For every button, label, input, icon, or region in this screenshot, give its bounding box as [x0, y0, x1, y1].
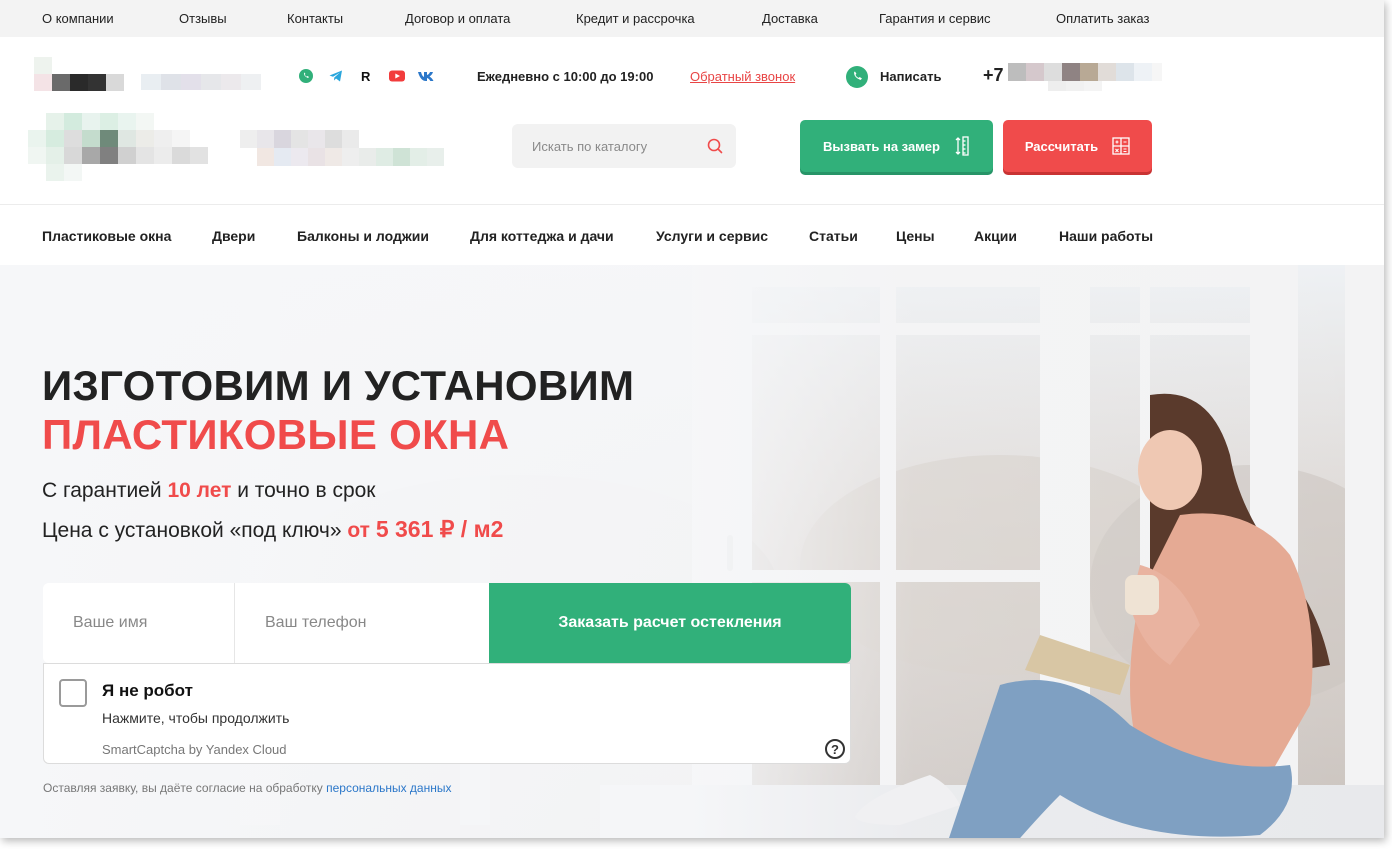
guarantee-prefix: С гарантией	[42, 479, 162, 502]
nav-item-cottage[interactable]: Для коттеджа и дачи	[470, 228, 656, 244]
phone-number[interactable]: +7	[983, 65, 1004, 86]
consent-text: Оставляя заявку, вы даёте согласие на об…	[43, 781, 323, 795]
svg-text:R: R	[361, 69, 371, 84]
nav-item-doors[interactable]: Двери	[212, 228, 297, 244]
top-link-credit[interactable]: Кредит и рассрочка	[576, 11, 762, 26]
top-link-pay[interactable]: Оплатить заказ	[1056, 11, 1149, 26]
name-input[interactable]	[43, 583, 235, 663]
logo[interactable]	[34, 57, 124, 91]
calculate-button[interactable]: Рассчитать	[1003, 120, 1152, 172]
hero-price: Цена с установкой «под ключ» от 5 361 ₽ …	[42, 516, 503, 543]
hero-banner: ИЗГОТОВИМ И УСТАНОВИМ ПЛАСТИКОВЫЕ ОКНА С…	[0, 265, 1384, 838]
top-link-contacts[interactable]: Контакты	[287, 11, 405, 26]
logo-graphic	[28, 113, 224, 181]
top-link-reviews[interactable]: Отзывы	[179, 11, 287, 26]
nav-item-balconies[interactable]: Балконы и лоджии	[297, 228, 470, 244]
captcha-title[interactable]: Я не робот	[102, 681, 193, 701]
telegram-icon[interactable]	[328, 68, 344, 84]
nav-item-articles[interactable]: Статьи	[809, 228, 896, 244]
top-link-warranty[interactable]: Гарантия и сервис	[879, 11, 1056, 26]
callback-link[interactable]: Обратный звонок	[690, 69, 795, 84]
nav-item-prices[interactable]: Цены	[896, 228, 974, 244]
price-prefix: Цена с установкой «под ключ»	[42, 519, 342, 542]
consent-note: Оставляя заявку, вы даёте согласие на об…	[43, 781, 451, 795]
top-link-about[interactable]: О компании	[42, 11, 179, 26]
nav-item-promotions[interactable]: Акции	[974, 228, 1059, 244]
top-utility-bar: О компании Отзывы Контакты Договор и опл…	[0, 0, 1384, 37]
price-value: 5 361 ₽ / м2	[375, 516, 504, 542]
company-name	[141, 74, 261, 90]
top-link-delivery[interactable]: Доставка	[762, 11, 879, 26]
hero-title-line1: ИЗГОТОВИМ И УСТАНОВИМ	[42, 362, 635, 409]
captcha-checkbox[interactable]	[59, 679, 87, 707]
phone-input[interactable]	[235, 583, 489, 663]
slogan	[240, 130, 452, 166]
measure-button[interactable]: Вызвать на замер	[800, 120, 993, 172]
price-from: от	[347, 519, 370, 542]
whatsapp-icon[interactable]	[298, 68, 314, 84]
top-link-contract[interactable]: Договор и оплата	[405, 11, 576, 26]
nav-item-plastic-windows[interactable]: Пластиковые окна	[42, 228, 212, 244]
hero-guarantee: С гарантией 10 лет и точно в срок	[42, 479, 376, 503]
browser-viewport: О компании Отзывы Контакты Договор и опл…	[0, 0, 1384, 838]
hero-title-line2: ПЛАСТИКОВЫЕ ОКНА	[42, 411, 510, 458]
help-icon[interactable]: ?	[825, 739, 845, 759]
personal-data-link[interactable]: персональных данных	[326, 781, 451, 795]
nav-item-services[interactable]: Услуги и сервис	[656, 228, 809, 244]
nav-item-our-works[interactable]: Наши работы	[1059, 228, 1153, 244]
calculator-icon	[1112, 137, 1130, 155]
smartcaptcha-widget: Я не робот Нажмите, чтобы продолжить Sma…	[43, 663, 851, 764]
order-submit-button[interactable]: Заказать расчет остекления	[489, 583, 851, 663]
vk-icon[interactable]	[417, 68, 436, 84]
ruler-icon	[955, 136, 969, 156]
measure-button-label: Вызвать на замер	[823, 138, 940, 154]
site-header: R Ежедневно с 10:00 до 19:00 Обратный зв…	[0, 37, 1384, 205]
write-link[interactable]: Написать	[880, 69, 941, 84]
phone-number-redacted	[1008, 63, 1162, 91]
search-input[interactable]	[512, 124, 736, 168]
captcha-subtitle: Нажмите, чтобы продолжить	[102, 710, 290, 726]
guarantee-suffix: и точно в срок	[237, 479, 376, 502]
calculate-button-label: Рассчитать	[1024, 138, 1099, 154]
working-hours: Ежедневно с 10:00 до 19:00	[477, 69, 654, 84]
search-icon[interactable]	[706, 137, 724, 155]
youtube-icon[interactable]	[388, 68, 406, 84]
order-form: Заказать расчет остекления	[43, 583, 851, 663]
captcha-brand: SmartCaptcha by Yandex Cloud	[102, 742, 287, 757]
main-navigation: Пластиковые окна Двери Балконы и лоджии …	[0, 206, 1384, 265]
guarantee-value: 10 лет	[167, 479, 232, 502]
whatsapp-icon[interactable]	[845, 65, 869, 89]
rutube-icon[interactable]: R	[358, 68, 374, 84]
